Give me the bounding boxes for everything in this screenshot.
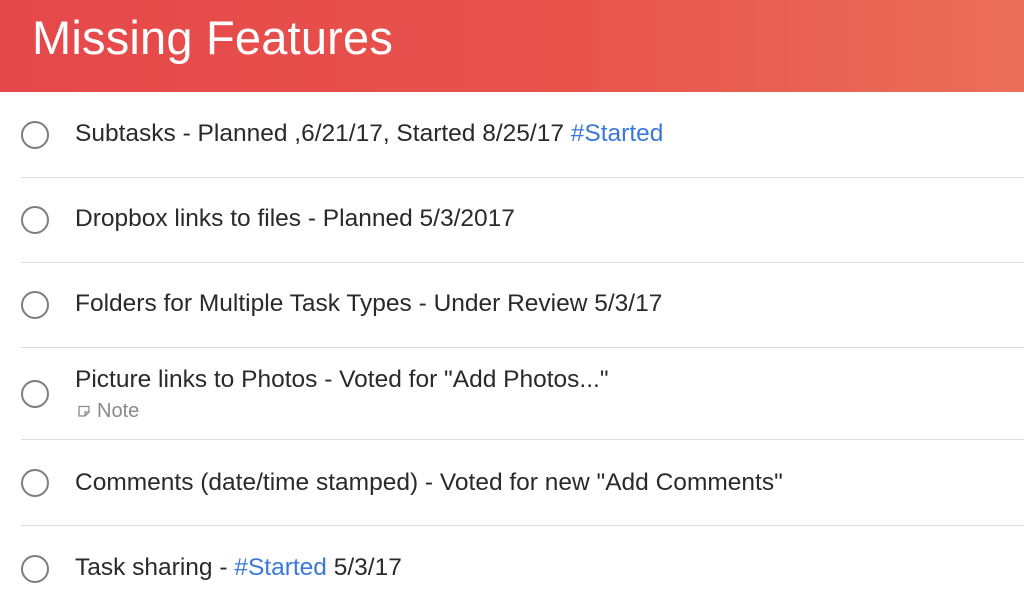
note-icon (78, 405, 90, 417)
task-title[interactable]: Picture links to Photos - Voted for "Add… (75, 365, 609, 395)
task-tag[interactable]: #Started (571, 120, 664, 147)
task-text: Comments (date/time stamped) - Voted for… (75, 469, 783, 496)
task-title[interactable]: Folders for Multiple Task Types - Under … (75, 289, 662, 319)
task-title[interactable]: Task sharing - #Started 5/3/17 (75, 553, 402, 583)
circle-checkbox-icon[interactable] (21, 469, 49, 497)
task-row[interactable]: Comments (date/time stamped) - Voted for… (0, 439, 1024, 526)
task-text: Subtasks - Planned ,6/21/17, Started 8/2… (75, 120, 571, 147)
list-header: Missing Features (0, 0, 1024, 92)
task-text: Picture links to Photos - Voted for "Add… (75, 366, 609, 393)
task-row[interactable]: Task sharing - #Started 5/3/17 (0, 525, 1024, 610)
task-text: Folders for Multiple Task Types - Under … (75, 290, 663, 317)
task-text: Dropbox links to files - Planned 5/3/201… (75, 205, 515, 232)
task-tag[interactable]: #Started (234, 554, 327, 581)
task-title[interactable]: Subtasks - Planned ,6/21/17, Started 8/2… (75, 119, 663, 149)
task-text: Task sharing - (75, 554, 235, 581)
task-title[interactable]: Dropbox links to files - Planned 5/3/201… (75, 204, 515, 234)
list-title: Missing Features (32, 11, 394, 64)
circle-checkbox-icon[interactable] (21, 206, 49, 234)
task-row[interactable]: Subtasks - Planned ,6/21/17, Started 8/2… (0, 92, 1024, 178)
task-note[interactable]: Note (77, 399, 139, 423)
task-row[interactable]: Dropbox links to files - Planned 5/3/201… (0, 177, 1024, 263)
note-label: Note (97, 400, 140, 422)
task-text-suffix: 5/3/17 (326, 554, 402, 581)
task-row[interactable]: Picture links to Photos - Voted for "Add… (0, 347, 1024, 440)
circle-checkbox-icon[interactable] (21, 291, 49, 319)
circle-checkbox-icon[interactable] (21, 555, 49, 583)
task-row[interactable]: Folders for Multiple Task Types - Under … (0, 262, 1024, 348)
circle-checkbox-icon[interactable] (21, 380, 49, 408)
circle-checkbox-icon[interactable] (21, 121, 49, 149)
task-title[interactable]: Comments (date/time stamped) - Voted for… (75, 468, 783, 498)
